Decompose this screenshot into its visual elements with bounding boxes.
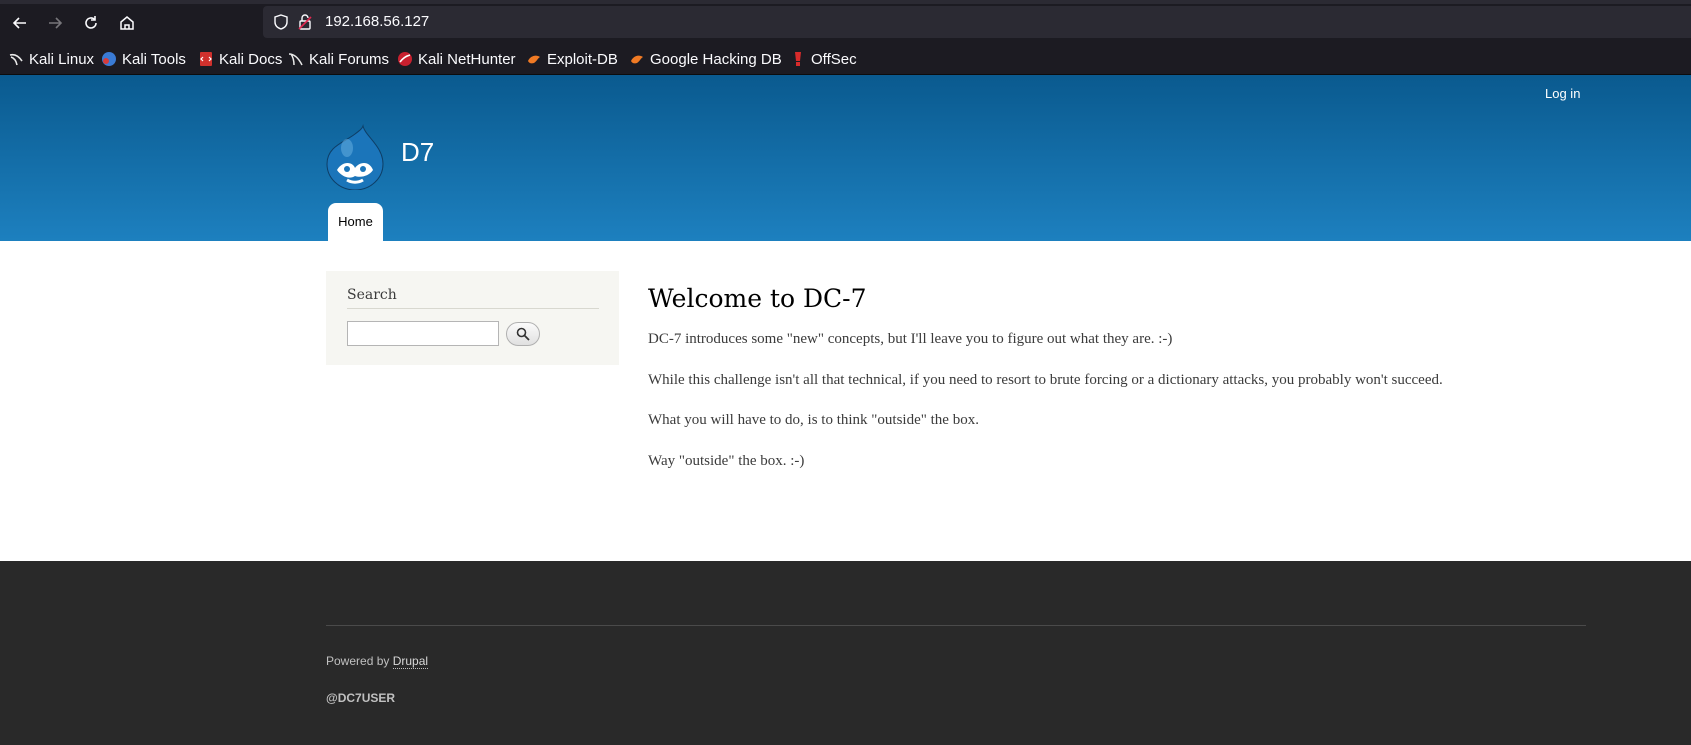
home-button[interactable] [114,10,140,36]
bookmark-google-hacking-db[interactable]: Google Hacking DB [629,44,782,74]
search-block-title: Search [347,287,599,309]
offsec-icon [795,52,801,66]
kali-dragon-icon [9,53,23,66]
paragraph: While this challenge isn't all that tech… [648,372,1443,388]
site-header: Log in D7 Home [0,75,1691,241]
bookmark-label: Google Hacking DB [650,50,782,68]
powered-by: Powered by Drupal [326,654,429,669]
exploit-db-icon [528,55,540,64]
url-text[interactable]: 192.168.56.127 [325,6,429,38]
powered-by-label: Powered by [326,654,390,668]
bookmark-kali-docs[interactable]: Kali Docs [198,44,282,74]
browser-toolbar: 192.168.56.127 [0,0,1691,44]
bookmarks-toolbar: Kali Linux Kali Tools Kali Docs Kali For… [0,44,1691,75]
kali-forums-icon [288,53,303,66]
bookmark-label: Kali Tools [122,50,186,68]
bookmark-kali-forums[interactable]: Kali Forums [288,44,389,74]
bookmark-label: Kali NetHunter [418,50,516,68]
tab-home[interactable]: Home [328,203,383,241]
main-content: Welcome to DC-7 DC-7 introduces some "ne… [648,282,1648,469]
home-icon [120,16,134,30]
insecure-lock-icon[interactable] [296,13,314,31]
nethunter-icon [398,52,412,66]
bookmark-offsec[interactable]: OffSec [790,44,857,74]
search-block: Search [326,271,619,365]
login-link[interactable]: Log in [1545,86,1580,101]
ghdb-icon [631,55,643,64]
magnifier-icon [516,327,530,341]
drupal-link[interactable]: Drupal [392,654,429,669]
back-button[interactable] [7,10,33,36]
bookmark-label: OffSec [811,50,857,68]
search-input[interactable] [347,321,499,346]
tab-strip-edge [0,0,1691,4]
bookmark-label: Kali Linux [29,50,95,68]
footer-divider [326,625,1586,626]
search-button[interactable] [506,322,540,346]
bookmark-label: Kali Docs [219,50,283,68]
site-footer: Powered by Drupal @DC7USER [0,561,1691,745]
site-name[interactable]: D7 [401,137,434,168]
paragraph: Way "outside" the box. :-) [648,453,805,469]
reload-icon [85,16,97,29]
arrow-right-icon [49,17,63,29]
shield-icon[interactable] [272,13,290,31]
page-title: Welcome to DC-7 [648,284,867,313]
bookmark-exploit-db[interactable]: Exploit-DB [526,44,618,74]
address-bar[interactable]: 192.168.56.127 [263,6,1691,38]
arrow-left-icon [12,17,26,29]
reload-button[interactable] [78,10,104,36]
bookmark-kali-tools[interactable]: Kali Tools [101,44,186,74]
paragraph: DC-7 introduces some "new" concepts, but… [648,331,1173,347]
bookmark-label: Exploit-DB [547,50,618,68]
kali-tools-icon [102,52,116,66]
drupal-drop-logo[interactable] [325,124,385,190]
paragraph: What you will have to do, is to think "o… [648,412,979,428]
kali-docs-icon [200,52,212,66]
bookmark-kali-linux[interactable]: Kali Linux [8,44,94,74]
bookmark-kali-nethunter[interactable]: Kali NetHunter [397,44,516,74]
forward-button[interactable] [42,10,68,36]
footer-handle: @DC7USER [326,691,396,705]
bookmark-label: Kali Forums [309,50,390,68]
